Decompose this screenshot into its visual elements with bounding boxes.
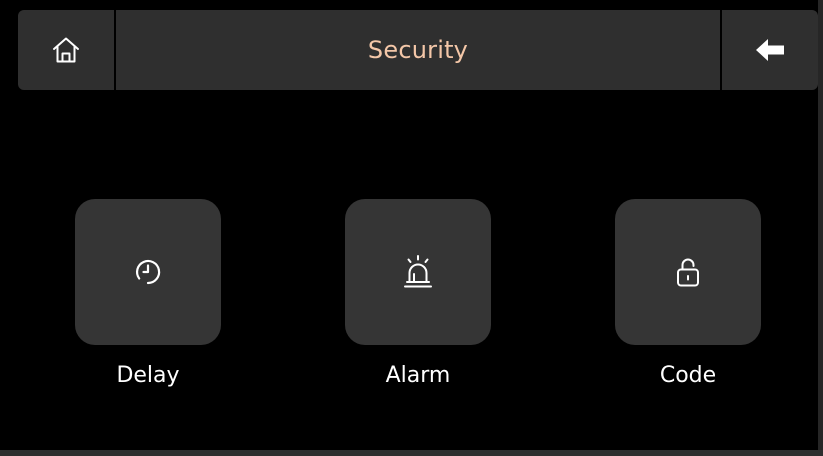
code-button[interactable] xyxy=(615,199,761,345)
unlock-icon xyxy=(673,255,703,289)
arrow-left-icon xyxy=(755,38,785,62)
back-button[interactable] xyxy=(720,10,818,90)
home-button[interactable] xyxy=(18,10,116,90)
delay-button[interactable] xyxy=(75,199,221,345)
top-bar: Security xyxy=(18,10,818,90)
alarm-label: Alarm xyxy=(385,363,451,388)
tile-group-delay: Delay xyxy=(75,199,221,399)
security-screen: Security Delay Alarm Code xyxy=(0,0,823,456)
page-title: Security xyxy=(367,36,469,64)
screen-edge-right xyxy=(818,0,823,456)
clock-icon xyxy=(133,257,163,287)
alarm-button[interactable] xyxy=(345,199,491,345)
delay-label: Delay xyxy=(116,363,180,388)
tile-group-alarm: Alarm xyxy=(345,199,491,399)
siren-icon xyxy=(400,254,436,290)
tile-group-code: Code xyxy=(615,199,761,399)
home-icon xyxy=(51,35,81,65)
screen-edge-bottom xyxy=(0,450,823,456)
code-label: Code xyxy=(659,363,717,388)
